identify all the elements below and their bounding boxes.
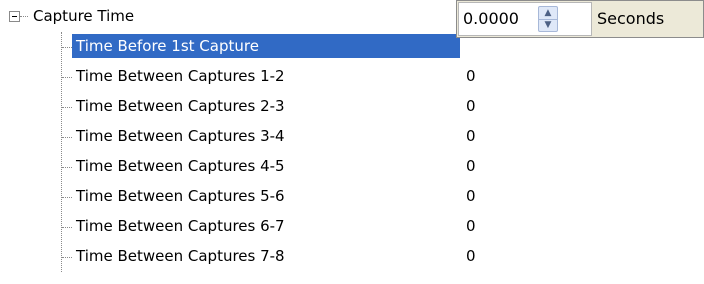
- tree-item-value: 0: [466, 157, 476, 175]
- tree-connector: [62, 107, 72, 108]
- tree-item-label: Time Between Captures 1-2: [76, 67, 285, 85]
- tree-item-value: 0: [466, 67, 476, 85]
- tree-item-label: Time Between Captures 6-7: [76, 217, 285, 235]
- seconds-input-value[interactable]: 0.0000: [463, 3, 519, 35]
- unit-label: Seconds: [597, 9, 665, 28]
- tree-connector: [62, 167, 72, 168]
- tree-item-value: 0: [466, 97, 476, 115]
- tree-connector: [62, 197, 72, 198]
- tree-item-captures-4-5[interactable]: Time Between Captures 4-5 0: [0, 152, 704, 182]
- tree-item-captures-5-6[interactable]: Time Between Captures 5-6 0: [0, 182, 704, 212]
- tree-item-value: 0: [466, 187, 476, 205]
- tree-root-label[interactable]: Capture Time: [33, 4, 134, 28]
- tree-item-captures-6-7[interactable]: Time Between Captures 6-7 0: [0, 212, 704, 242]
- value-editor: 0.0000 ▲ ▼ Seconds: [456, 0, 704, 38]
- tree-item-label: Time Between Captures 3-4: [76, 127, 285, 145]
- tree-item-value: 0: [466, 247, 476, 265]
- capture-time-tree: Capture Time Time Before 1st Capture Tim…: [0, 0, 704, 284]
- tree-item-value: 0: [466, 127, 476, 145]
- tree-connector: [62, 137, 72, 138]
- tree-connector: [62, 227, 72, 228]
- seconds-input[interactable]: 0.0000 ▲ ▼: [458, 2, 592, 36]
- tree-item-captures-2-3[interactable]: Time Between Captures 2-3 0: [0, 92, 704, 122]
- numeric-spinner[interactable]: ▲ ▼: [538, 6, 558, 32]
- tree-item-label: Time Between Captures 4-5: [76, 157, 285, 175]
- tree-item-label: Time Between Captures 2-3: [76, 97, 285, 115]
- tree-connector: [62, 77, 72, 78]
- tree-connector: [20, 16, 28, 17]
- tree-item-value: 0: [466, 217, 476, 235]
- tree-item-label: Time Between Captures 7-8: [76, 247, 285, 265]
- tree-connector: [62, 47, 72, 48]
- tree-connector: [62, 257, 72, 258]
- tree-item-captures-7-8[interactable]: Time Between Captures 7-8 0: [0, 242, 704, 272]
- tree-item-label: Time Before 1st Capture: [72, 34, 460, 58]
- tree-item-captures-1-2[interactable]: Time Between Captures 1-2 0: [0, 62, 704, 92]
- tree-item-label: Time Between Captures 5-6: [76, 187, 285, 205]
- tree-item-captures-3-4[interactable]: Time Between Captures 3-4 0: [0, 122, 704, 152]
- chevron-down-icon[interactable]: ▼: [539, 19, 557, 31]
- collapse-minus-icon[interactable]: [9, 11, 20, 22]
